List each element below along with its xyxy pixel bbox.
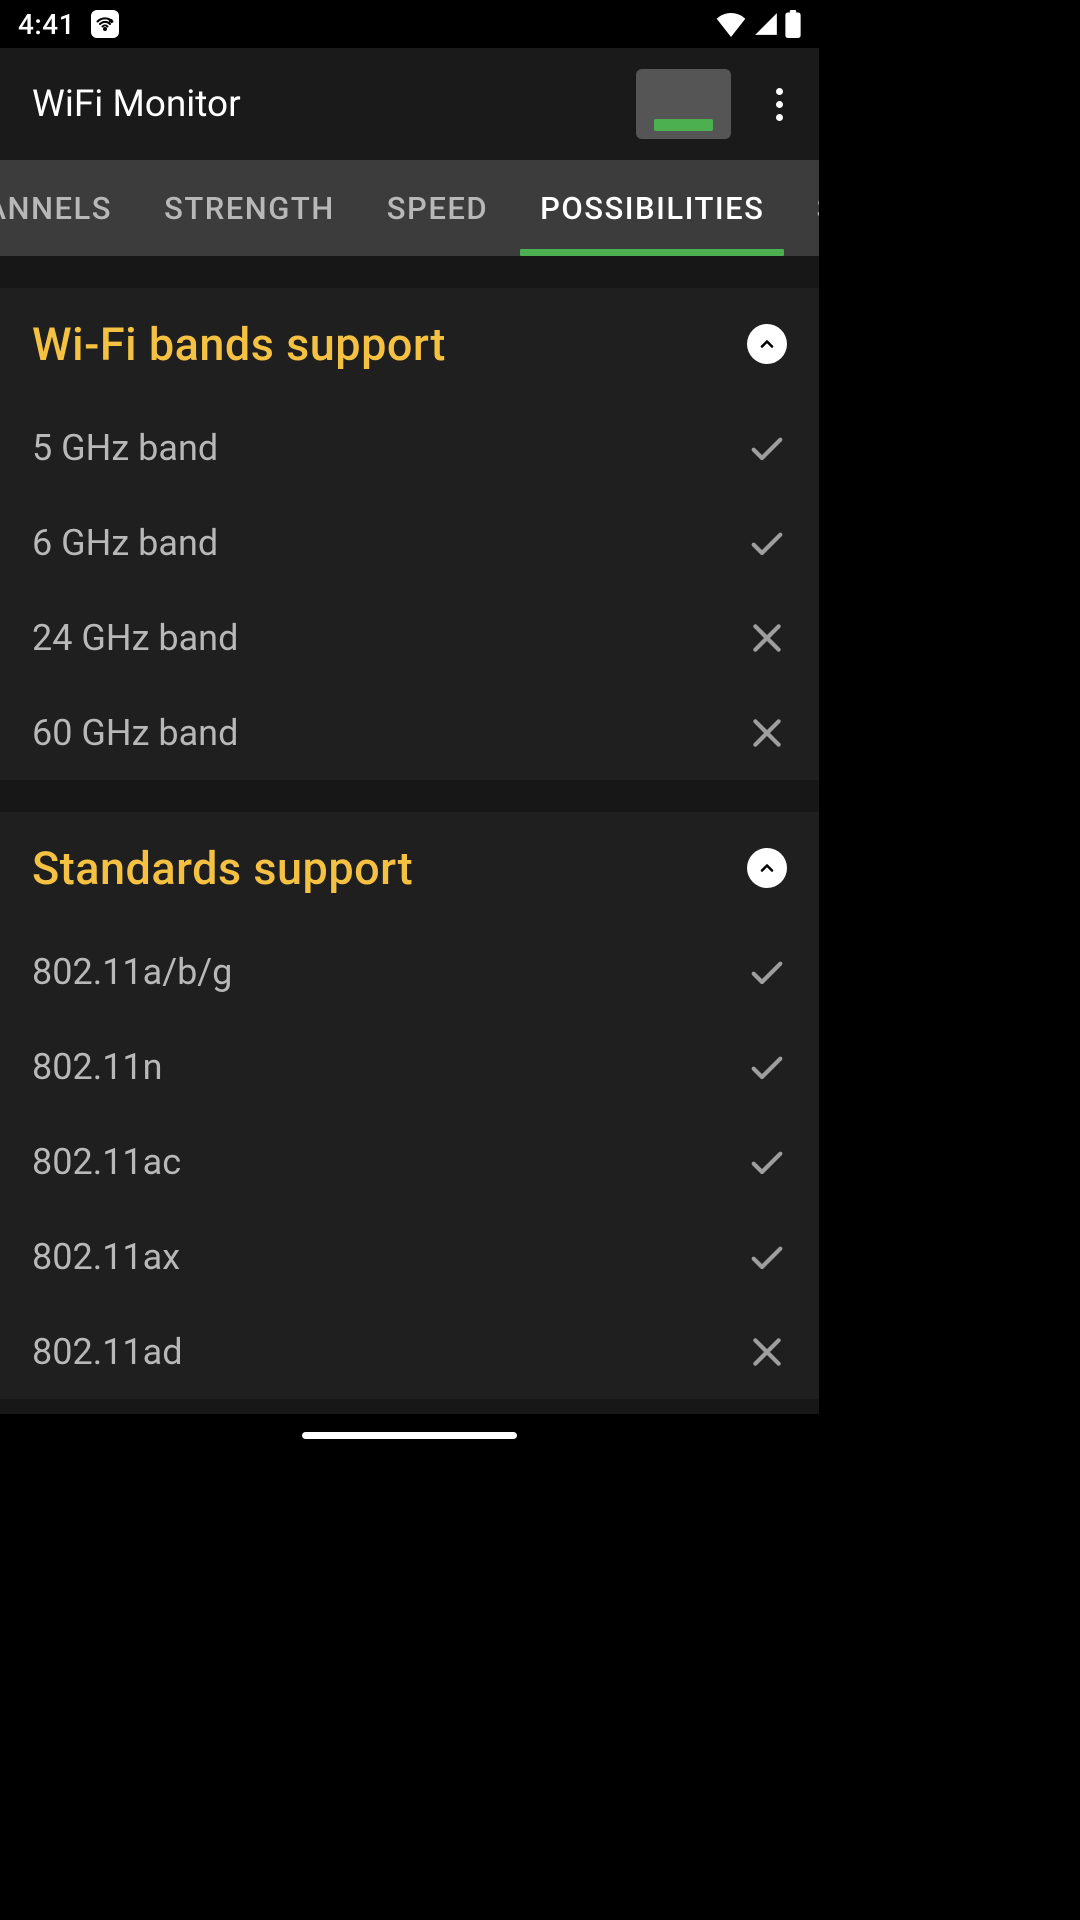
- status-bar: 4:41: [0, 0, 819, 48]
- tab-label: SCAN: [816, 190, 819, 227]
- cell-signal-icon: [753, 11, 779, 37]
- status-left: 4:41: [18, 8, 119, 41]
- check-icon: [747, 1237, 787, 1277]
- section-gap: [0, 256, 819, 288]
- capability-label: 802.11ax: [32, 1236, 180, 1278]
- capability-row: 5 GHz band: [32, 400, 787, 495]
- capability-label: 5 GHz band: [32, 427, 218, 469]
- tab-label: POSSIBILITIES: [540, 190, 764, 227]
- signal-bar: [654, 119, 713, 131]
- section-gap: [0, 780, 819, 812]
- capability-label: 802.11a/b/g: [32, 951, 232, 993]
- tab-label: STRENGTH: [164, 190, 335, 227]
- check-icon: [747, 1142, 787, 1182]
- capability-row: 802.11ac: [32, 1114, 787, 1209]
- tab-label: CHANNELS: [0, 190, 112, 227]
- tab-strength[interactable]: STRENGTH: [138, 160, 361, 256]
- status-right: [715, 10, 801, 38]
- close-icon: [747, 618, 787, 658]
- tab-possibilities[interactable]: POSSIBILITIES: [514, 160, 790, 256]
- tab-speed[interactable]: SPEED: [361, 160, 514, 256]
- chevron-up-icon: [747, 324, 787, 364]
- section-bands: Wi-Fi bands support 5 GHz band 6 GHz ban…: [0, 288, 819, 780]
- close-icon: [747, 1332, 787, 1372]
- content-scroll[interactable]: Wi-Fi bands support 5 GHz band 6 GHz ban…: [0, 256, 819, 1414]
- capability-label: 60 GHz band: [32, 712, 238, 754]
- capability-row: 802.11n: [32, 1019, 787, 1114]
- section-header-bands[interactable]: Wi-Fi bands support: [32, 288, 787, 400]
- section-standards: Standards support 802.11a/b/g 802.11n 80…: [0, 812, 819, 1399]
- capability-row: 802.11a/b/g: [32, 924, 787, 1019]
- capability-label: 802.11n: [32, 1046, 163, 1088]
- android-nav-bar: [0, 1414, 819, 1456]
- capability-label: 802.11ac: [32, 1141, 181, 1183]
- check-icon: [747, 1047, 787, 1087]
- check-icon: [747, 952, 787, 992]
- close-icon: [747, 713, 787, 753]
- wifi-signal-icon: [715, 11, 747, 37]
- signal-indicator-button[interactable]: [636, 69, 731, 139]
- section-title: Standards support: [32, 842, 413, 895]
- capability-row: 60 GHz band: [32, 685, 787, 780]
- app-title: WiFi Monitor: [32, 83, 636, 126]
- check-icon: [747, 523, 787, 563]
- capability-label: 6 GHz band: [32, 522, 218, 564]
- check-icon: [747, 428, 787, 468]
- app-bar: WiFi Monitor: [0, 48, 819, 160]
- section-title: Wi-Fi bands support: [32, 318, 446, 371]
- capability-row: 6 GHz band: [32, 495, 787, 590]
- tab-label: SPEED: [387, 190, 488, 227]
- tab-channels[interactable]: CHANNELS: [0, 160, 138, 256]
- overflow-menu-button[interactable]: [759, 84, 799, 124]
- wifi-app-status-icon: [91, 10, 119, 38]
- chevron-up-icon: [747, 848, 787, 888]
- home-pill[interactable]: [302, 1432, 517, 1439]
- capability-label: 802.11ad: [32, 1331, 183, 1373]
- capability-row: 24 GHz band: [32, 590, 787, 685]
- capability-row: 802.11ad: [32, 1304, 787, 1399]
- battery-icon: [785, 10, 801, 38]
- status-time: 4:41: [18, 8, 75, 41]
- tab-scan[interactable]: SCAN: [790, 160, 819, 256]
- capability-label: 24 GHz band: [32, 617, 238, 659]
- section-header-standards[interactable]: Standards support: [32, 812, 787, 924]
- tab-bar: CHANNELS STRENGTH SPEED POSSIBILITIES SC…: [0, 160, 819, 256]
- capability-row: 802.11ax: [32, 1209, 787, 1304]
